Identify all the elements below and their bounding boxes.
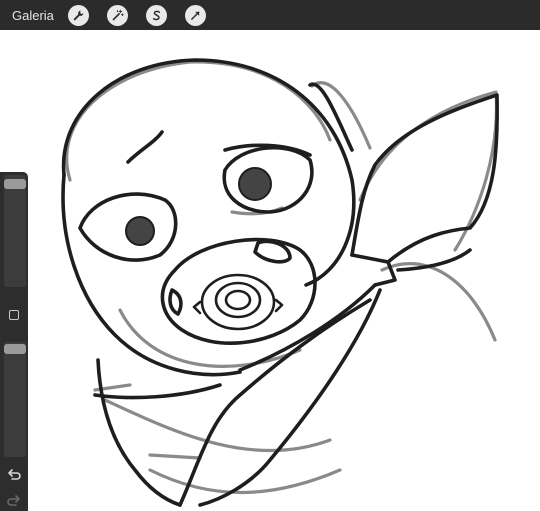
opacity-thumb[interactable] <box>4 344 26 354</box>
modify-button[interactable] <box>9 310 19 320</box>
brush-sidebar <box>0 172 28 511</box>
wrench-icon <box>73 10 84 20</box>
transform-arrow-icon <box>191 11 200 20</box>
redo-icon[interactable] <box>6 494 22 508</box>
selection-s-icon <box>152 10 160 20</box>
opacity-slider[interactable] <box>4 342 26 457</box>
transform-button[interactable] <box>184 4 206 26</box>
adjustments-button[interactable] <box>106 4 128 26</box>
gallery-button[interactable]: Galeria <box>12 8 54 23</box>
top-toolbar: Galeria <box>0 0 540 30</box>
sketch-drawing <box>61 58 499 507</box>
undo-icon[interactable] <box>6 468 22 482</box>
brush-size-thumb[interactable] <box>4 179 26 189</box>
magic-wand-icon <box>112 9 124 20</box>
actions-button[interactable] <box>67 4 89 26</box>
brush-size-slider[interactable] <box>4 175 26 287</box>
drawing-canvas[interactable] <box>0 30 540 511</box>
selection-button[interactable] <box>145 4 167 26</box>
